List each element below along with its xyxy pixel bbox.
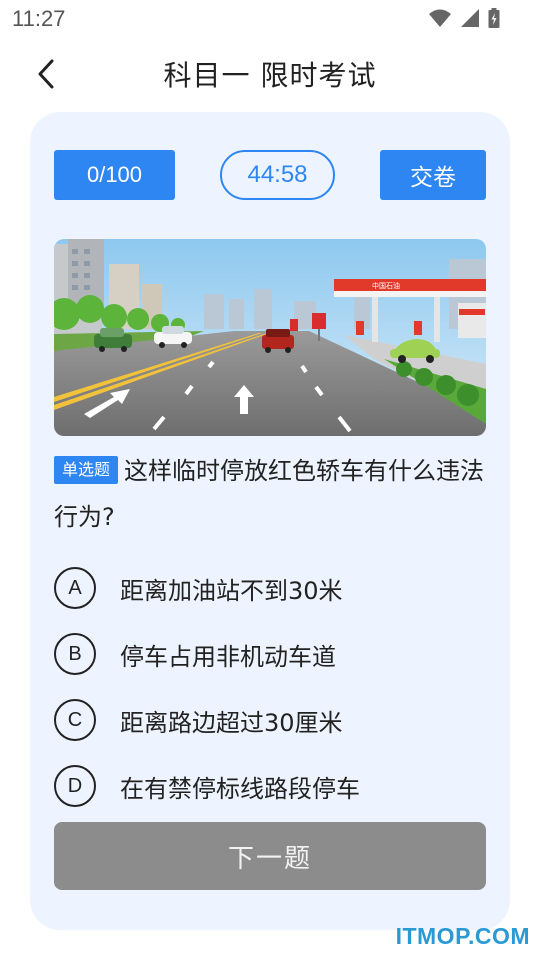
progress-button[interactable]: 0/100 (54, 150, 175, 200)
status-icons (428, 8, 500, 28)
option-text: 在有禁停标线路段停车 (120, 774, 360, 803)
option-text: 距离路边超过30厘米 (120, 708, 343, 737)
option-letter-badge: C (54, 699, 96, 741)
wifi-icon (429, 9, 451, 27)
next-question-button[interactable]: 下一题 (54, 822, 486, 890)
option-text: 停车占用非机动车道 (120, 642, 336, 671)
status-bar: 11:27 (0, 0, 540, 38)
station-sign: 中国石油 (372, 281, 400, 290)
road-scene-illustration: 中国石油 (54, 239, 486, 436)
option-c[interactable]: C 距离路边超过30厘米 (54, 698, 474, 742)
submit-button[interactable]: 交卷 (380, 150, 486, 200)
question-image: 中国石油 (54, 239, 486, 436)
page-title: 科目一 限时考试 (163, 59, 377, 92)
nav-bar: 科目一 限时考试 (0, 44, 540, 104)
exam-card: 0/100 44:58 交卷 中国石油 单选题 这样临时停放红色轿车有什么违法行… (30, 112, 510, 930)
countdown-timer: 44:58 (220, 150, 335, 200)
option-b[interactable]: B 停车占用非机动车道 (54, 632, 474, 676)
option-letter-badge: A (54, 567, 96, 609)
status-time: 11:27 (12, 6, 66, 31)
question-type-badge: 单选题 (54, 456, 119, 484)
option-a[interactable]: A 距离加油站不到30米 (54, 566, 474, 610)
option-letter-badge: D (54, 765, 96, 807)
watermark: ITMOP.COM (395, 923, 530, 949)
option-d[interactable]: D 在有禁停标线路段停车 (54, 764, 474, 808)
option-letter-badge: B (54, 633, 96, 675)
question-text-block: 单选题 这样临时停放红色轿车有什么违法行为? (54, 448, 486, 540)
signal-icon (461, 9, 479, 27)
question-text: 这样临时停放红色轿车有什么违法行为? (54, 457, 485, 531)
option-text: 距离加油站不到30米 (120, 576, 343, 605)
battery-icon (488, 8, 500, 28)
